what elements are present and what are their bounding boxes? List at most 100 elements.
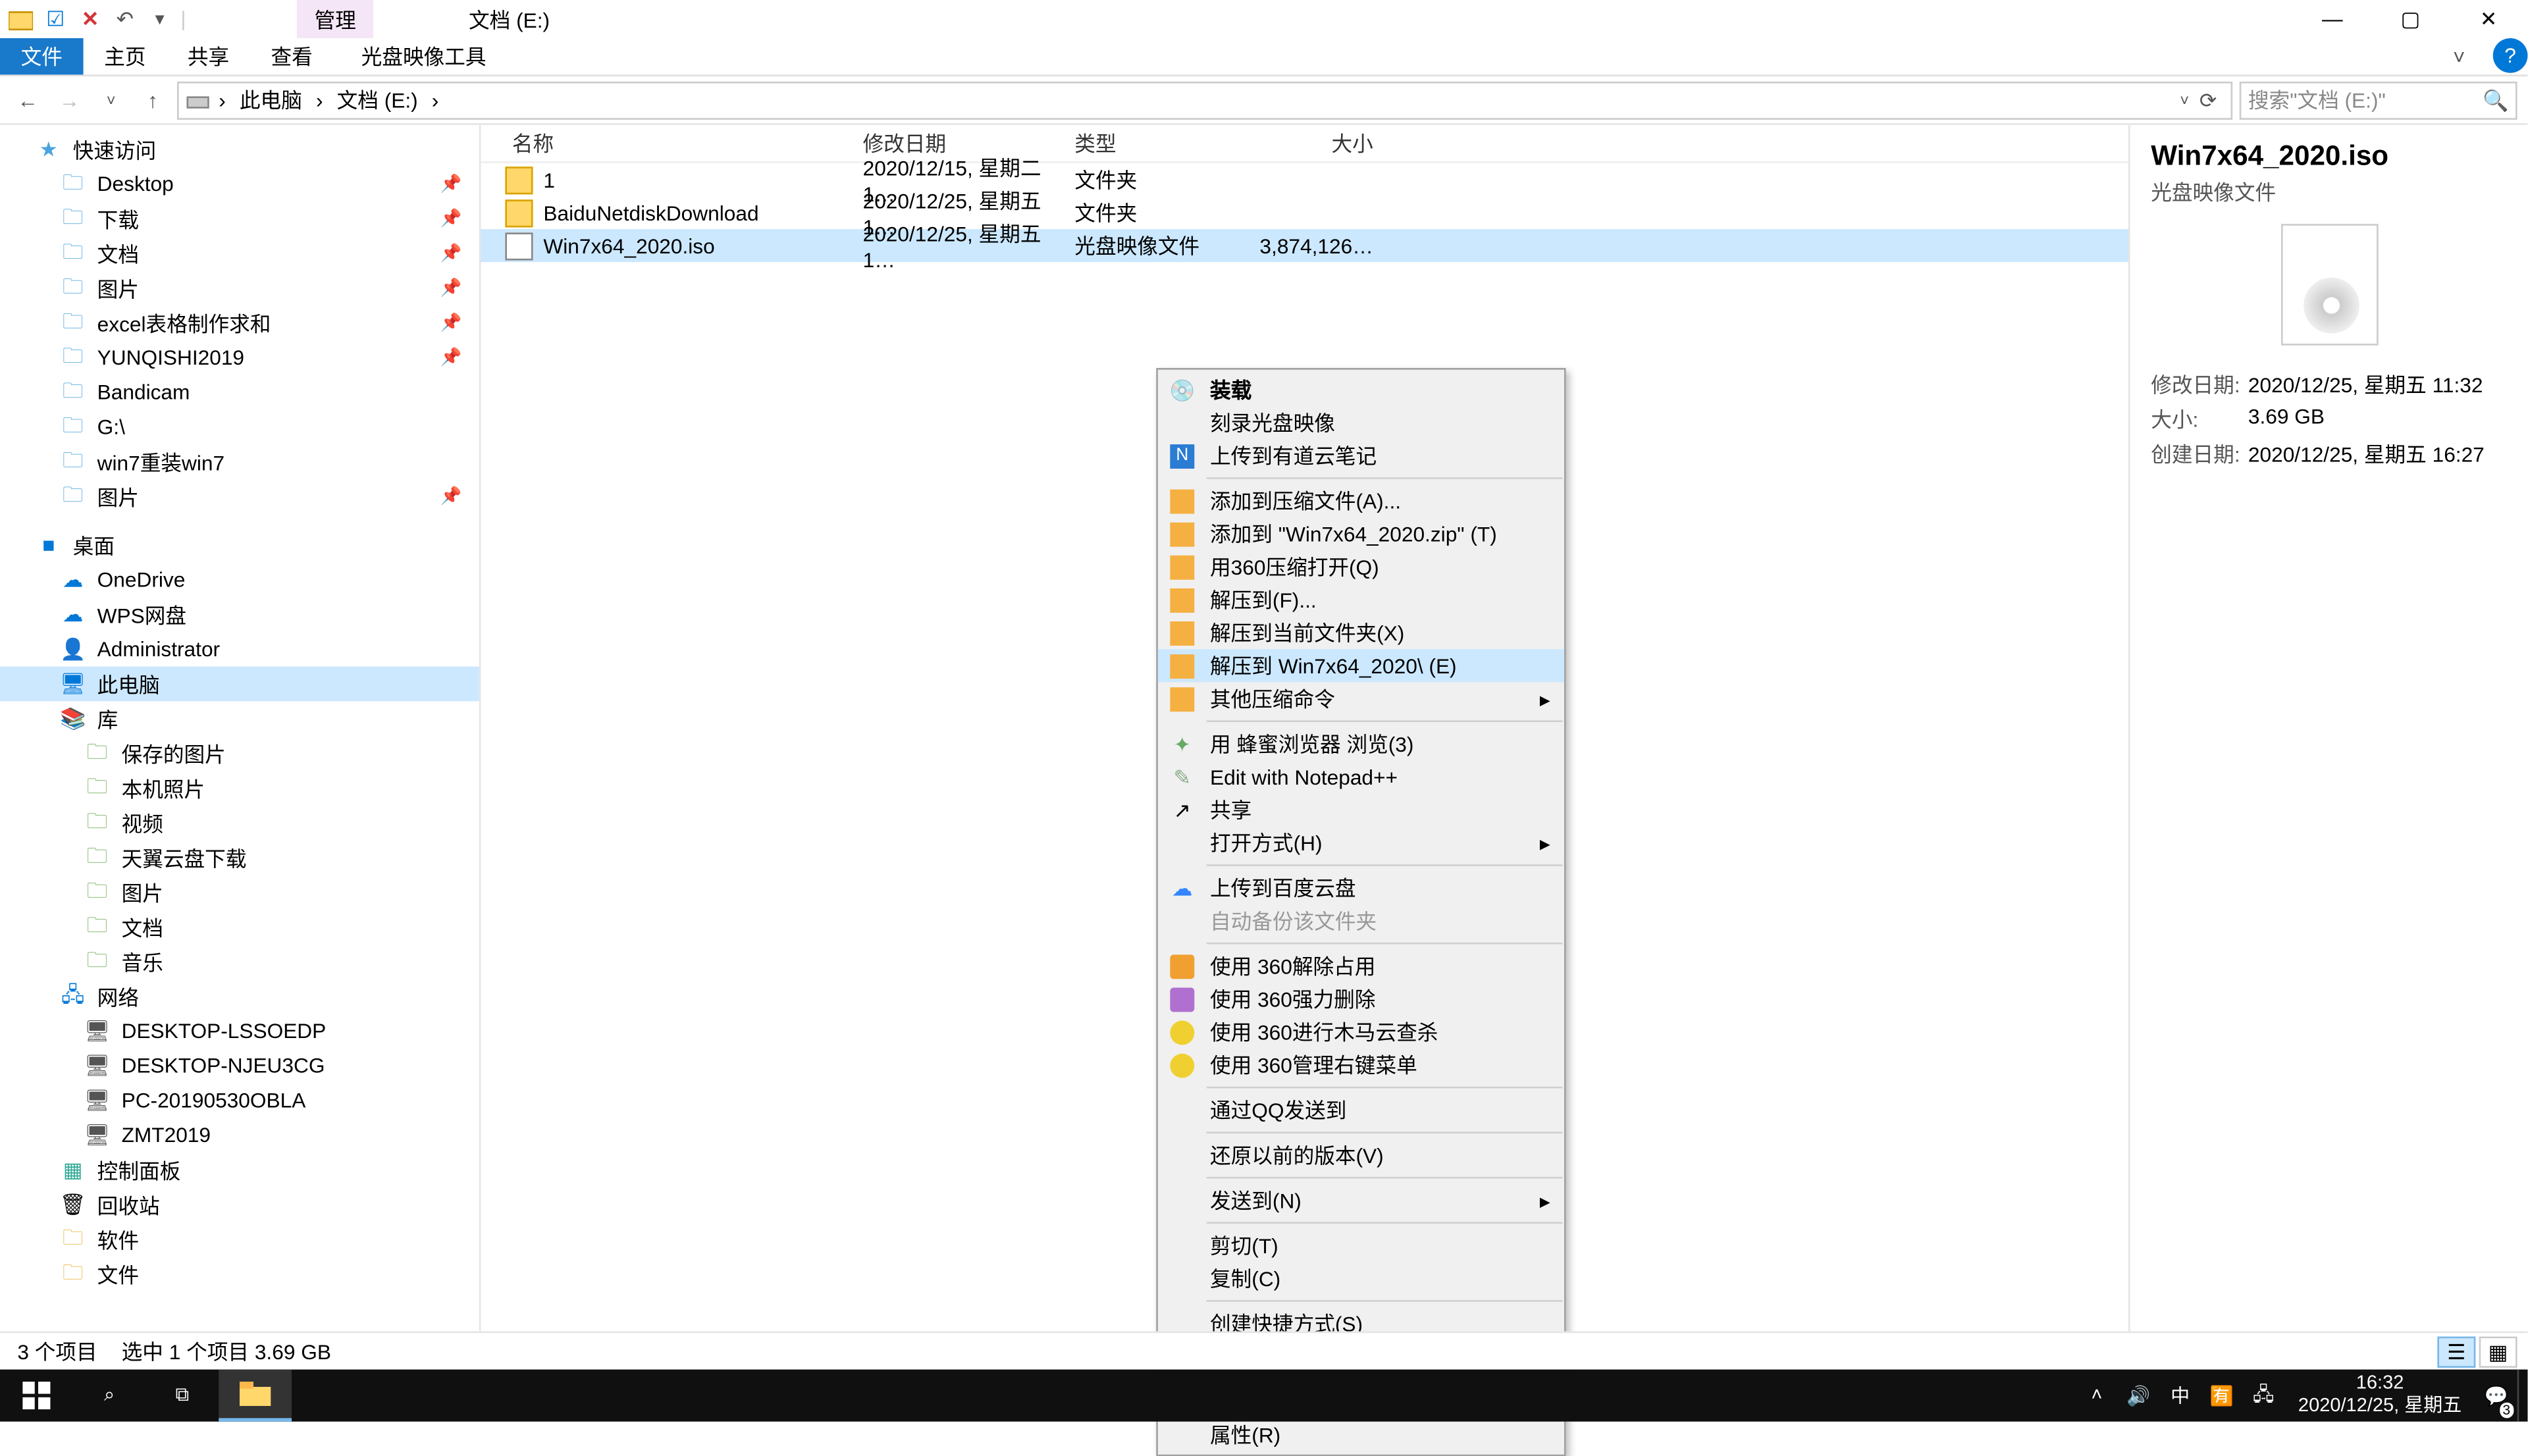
tray-network-icon[interactable]: 🖧: [2243, 1370, 2284, 1422]
context-menu-item[interactable]: 使用 360管理右键菜单: [1158, 1049, 1564, 1081]
qat-undo-icon[interactable]: ↶: [111, 5, 139, 33]
nav-quick-item[interactable]: 🗀下载📌: [0, 201, 479, 236]
context-menu-item[interactable]: ↗共享: [1158, 793, 1564, 826]
nav-network-pc[interactable]: 🖥ZMT2019: [0, 1118, 479, 1153]
file-row[interactable]: BaiduNetdiskDownload2020/12/25, 星期五 1…文件…: [481, 196, 2128, 229]
nav-item[interactable]: ☁OneDrive: [0, 562, 479, 597]
context-menu-item[interactable]: ✦用 蜂蜜浏览器 浏览(3): [1158, 727, 1564, 760]
column-type[interactable]: 类型: [1074, 128, 1251, 158]
help-icon[interactable]: ?: [2493, 38, 2528, 73]
nav-quick-item[interactable]: 🗀Bandicam: [0, 375, 479, 410]
ribbon-tab-file[interactable]: 文件: [0, 38, 84, 74]
ribbon-expand-icon[interactable]: ˅: [2432, 38, 2486, 74]
nav-quick-item[interactable]: 🗀图片📌: [0, 271, 479, 305]
context-menu-item[interactable]: 解压到(F)...: [1158, 583, 1564, 616]
nav-library-item[interactable]: 🗀音乐: [0, 945, 479, 979]
file-list-pane[interactable]: 名称 修改日期 类型 大小 12020/12/15, 星期二 1…文件夹Baid…: [481, 125, 2128, 1332]
nav-library-item[interactable]: 🗀视频: [0, 806, 479, 841]
context-menu-item[interactable]: 使用 360进行木马云查杀: [1158, 1016, 1564, 1049]
nav-item[interactable]: ☁WPS网盘: [0, 597, 479, 632]
context-menu-item[interactable]: 其他压缩命令▸: [1158, 682, 1564, 715]
nav-library-item[interactable]: 🗀保存的图片: [0, 736, 479, 771]
context-menu-item[interactable]: 用360压缩打开(Q): [1158, 550, 1564, 583]
minimize-button[interactable]: —: [2293, 0, 2371, 38]
column-size[interactable]: 大小: [1251, 128, 1390, 158]
breadcrumb-root[interactable]: 此电脑: [234, 85, 307, 115]
ribbon-tab-disc-tool[interactable]: 光盘映像工具: [340, 38, 507, 74]
contextual-tab-manage[interactable]: 管理: [297, 0, 373, 38]
ribbon-tab-view[interactable]: 查看: [250, 38, 334, 74]
tray-overflow-icon[interactable]: ˄: [2076, 1370, 2117, 1422]
breadcrumb[interactable]: › 此电脑 › 文档 (E:) › ˅ ⟳: [177, 81, 2232, 119]
nav-item[interactable]: 📚库: [0, 701, 479, 736]
close-button[interactable]: ✕: [2450, 0, 2528, 38]
file-row[interactable]: 12020/12/15, 星期二 1…文件夹: [481, 163, 2128, 196]
nav-folder-file[interactable]: 🗀文件: [0, 1257, 479, 1291]
qat-checkbox-icon[interactable]: ☑: [41, 5, 69, 33]
nav-control-panel[interactable]: ▦控制面板: [0, 1153, 479, 1187]
nav-recent-dropdown[interactable]: ˅: [93, 82, 128, 117]
nav-recycle-bin[interactable]: 🗑回收站: [0, 1187, 479, 1222]
nav-folder-soft[interactable]: 🗀软件: [0, 1222, 479, 1257]
nav-back-button[interactable]: ←: [11, 82, 45, 117]
taskbar[interactable]: ⌕ ⧉ ˄ 🔊 中 🈶 🖧 16:32 2020/12/25, 星期五 💬3: [0, 1370, 2527, 1422]
context-menu-item[interactable]: ✎Edit with Notepad++: [1158, 760, 1564, 793]
breadcrumb-path[interactable]: 文档 (E:): [332, 85, 423, 115]
nav-up-button[interactable]: ↑: [136, 82, 171, 117]
nav-quick-item[interactable]: 🗀win7重装win7: [0, 444, 479, 479]
nav-forward-button[interactable]: →: [52, 82, 87, 117]
column-headers[interactable]: 名称 修改日期 类型 大小: [481, 125, 2128, 163]
file-row[interactable]: Win7x64_2020.iso2020/12/25, 星期五 1…光盘映像文件…: [481, 229, 2128, 262]
ribbon-tab-share[interactable]: 共享: [167, 38, 250, 74]
context-menu-item[interactable]: 属性(R): [1158, 1418, 1564, 1451]
show-desktop-button[interactable]: [2517, 1370, 2528, 1422]
taskbar-clock[interactable]: 16:32 2020/12/25, 星期五: [2284, 1373, 2476, 1418]
nav-library-item[interactable]: 🗀本机照片: [0, 771, 479, 806]
context-menu-item[interactable]: 发送到(N)▸: [1158, 1183, 1564, 1216]
context-menu-item[interactable]: 使用 360解除占用: [1158, 949, 1564, 982]
nav-quick-item[interactable]: 🗀YUNQISHI2019📌: [0, 340, 479, 375]
tray-ime-mode-icon[interactable]: 🈶: [2201, 1370, 2242, 1422]
maximize-button[interactable]: ▢: [2371, 0, 2450, 38]
nav-quick-item[interactable]: 🗀excel表格制作求和📌: [0, 305, 479, 340]
start-button[interactable]: [0, 1370, 73, 1422]
refresh-icon[interactable]: ⟳: [2199, 88, 2217, 112]
nav-network-pc[interactable]: 🖥PC-20190530OBLA: [0, 1083, 479, 1118]
nav-desktop[interactable]: ■桌面: [0, 528, 479, 563]
context-menu-item[interactable]: 还原以前的版本(V): [1158, 1139, 1564, 1172]
context-menu-item[interactable]: 通过QQ发送到: [1158, 1093, 1564, 1126]
view-details-button[interactable]: ☰: [2437, 1336, 2475, 1366]
nav-network-pc[interactable]: 🖥DESKTOP-NJEU3CG: [0, 1049, 479, 1083]
task-view-button[interactable]: ⧉: [146, 1370, 219, 1422]
tray-ime-icon[interactable]: 中: [2159, 1370, 2201, 1422]
context-menu-item[interactable]: 剪切(T): [1158, 1229, 1564, 1262]
search-icon[interactable]: 🔍: [2483, 88, 2508, 112]
context-menu-item[interactable]: 添加到 "Win7x64_2020.zip" (T): [1158, 517, 1564, 550]
taskbar-explorer-button[interactable]: [219, 1370, 292, 1422]
context-menu-item[interactable]: 💿装载: [1158, 373, 1564, 406]
nav-library-item[interactable]: 🗀天翼云盘下载: [0, 840, 479, 875]
nav-network-pc[interactable]: 🖥DESKTOP-LSSOEDP: [0, 1014, 479, 1049]
breadcrumb-dropdown-icon[interactable]: ˅: [2180, 91, 2189, 108]
nav-quick-item[interactable]: 🗀文档📌: [0, 236, 479, 271]
qat-dropdown-icon[interactable]: ▼: [146, 5, 174, 33]
nav-library-item[interactable]: 🗀图片: [0, 875, 479, 910]
context-menu-item[interactable]: N上传到有道云笔记: [1158, 439, 1564, 472]
nav-quick-item[interactable]: 🗀G:\: [0, 409, 479, 444]
qat-delete-icon[interactable]: ✕: [76, 5, 104, 33]
tray-volume-icon[interactable]: 🔊: [2118, 1370, 2159, 1422]
action-center-icon[interactable]: 💬3: [2475, 1370, 2517, 1422]
nav-quick-access[interactable]: ★快速访问: [0, 132, 479, 167]
view-icons-button[interactable]: ▦: [2479, 1336, 2517, 1366]
context-menu-item[interactable]: 解压到 Win7x64_2020\ (E): [1158, 649, 1564, 682]
system-tray[interactable]: ˄ 🔊 中 🈶 🖧 16:32 2020/12/25, 星期五 💬3: [2076, 1370, 2527, 1422]
nav-quick-item[interactable]: 🗀Desktop📌: [0, 167, 479, 201]
context-menu-item[interactable]: 复制(C): [1158, 1262, 1564, 1295]
context-menu-item[interactable]: ☁上传到百度云盘: [1158, 871, 1564, 904]
nav-quick-item[interactable]: 🗀图片📌: [0, 479, 479, 514]
ribbon-tab-home[interactable]: 主页: [84, 38, 167, 74]
nav-library-item[interactable]: 🗀文档: [0, 910, 479, 945]
context-menu-item[interactable]: 解压到当前文件夹(X): [1158, 616, 1564, 649]
context-menu-item[interactable]: 打开方式(H)▸: [1158, 826, 1564, 859]
navigation-pane[interactable]: ★快速访问 🗀Desktop📌🗀下载📌🗀文档📌🗀图片📌🗀excel表格制作求和📌…: [0, 125, 481, 1332]
